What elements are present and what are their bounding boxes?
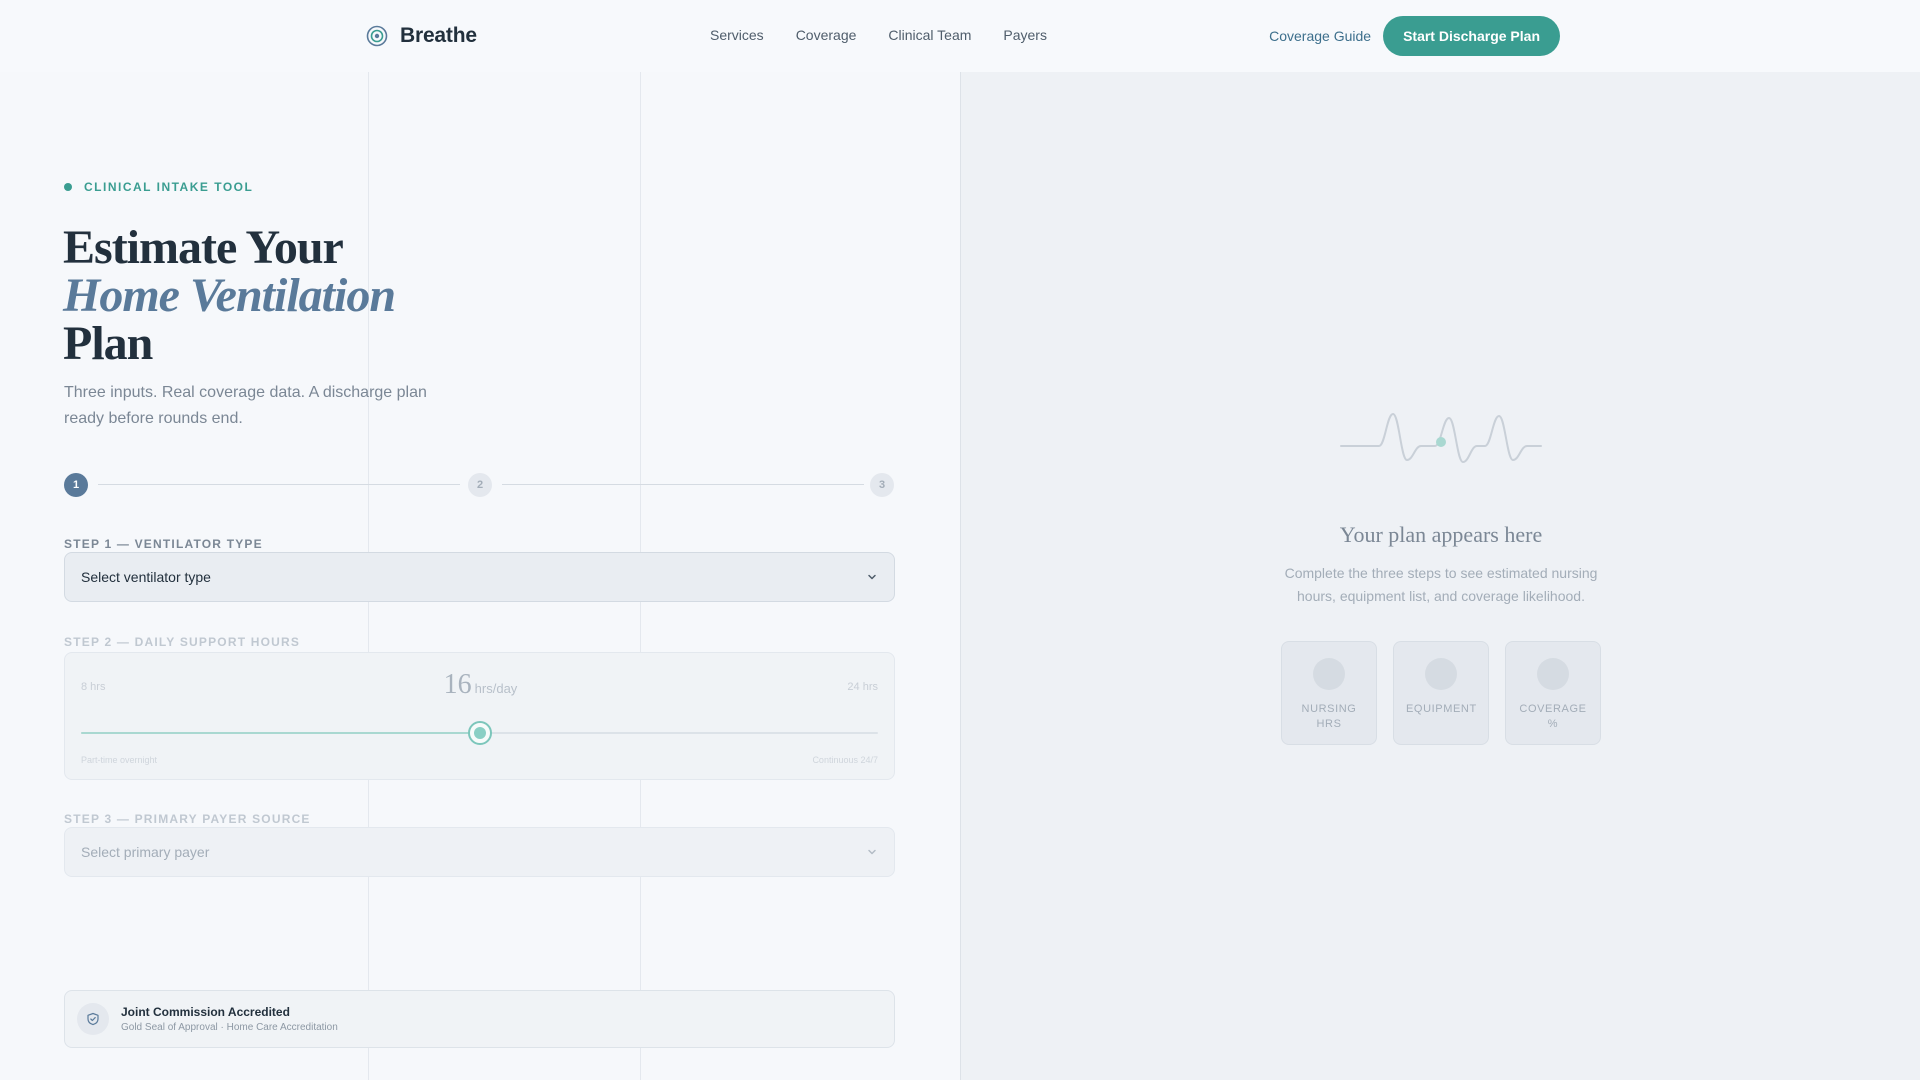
coverage-guide-link[interactable]: Coverage Guide: [1269, 28, 1371, 44]
tile-nursing-hours: NURSING HRS: [1281, 641, 1377, 745]
page-title: Estimate Your Home Ventilation Plan: [63, 224, 583, 368]
accreditation-badge: Joint Commission Accredited Gold Seal of…: [64, 990, 895, 1048]
eyebrow-dot: [64, 183, 72, 191]
tile-label: COVERAGE %: [1519, 703, 1587, 730]
tile-icon-placeholder: [1313, 658, 1345, 690]
title-accent: Home Ventilation: [63, 269, 396, 322]
slider-value-readout: 16 hrs/day: [65, 669, 896, 701]
brand[interactable]: Breathe: [366, 24, 477, 48]
title-line-1: Estimate Your: [63, 221, 344, 274]
nav-services[interactable]: Services: [710, 27, 764, 43]
primary-payer-select[interactable]: Select primary payer: [64, 827, 895, 877]
step2-label: STEP 2 — DAILY SUPPORT HOURS: [64, 635, 301, 649]
tile-equipment: EQUIPMENT: [1393, 641, 1489, 745]
eyebrow-text: CLINICAL INTAKE TOOL: [84, 180, 254, 194]
ventilator-type-value: Select ventilator type: [81, 569, 211, 585]
tile-label: EQUIPMENT: [1406, 703, 1477, 715]
shield-icon: [77, 1003, 109, 1035]
ventilator-type-select[interactable]: Select ventilator type: [64, 552, 895, 602]
main-nav: Services Coverage Clinical Team Payers: [710, 27, 1079, 43]
slider-unit: hrs/day: [474, 681, 518, 696]
step-indicator-3[interactable]: 3: [870, 473, 894, 497]
tile-icon-placeholder: [1537, 658, 1569, 690]
step-indicator-2[interactable]: 2: [468, 473, 492, 497]
tile-label: NURSING HRS: [1301, 703, 1357, 730]
title-line-3: Plan: [63, 317, 153, 370]
breathe-logo-icon: [366, 25, 388, 47]
header-actions: Coverage Guide Start Discharge Plan: [1269, 16, 1560, 56]
tile-icon-placeholder: [1425, 658, 1457, 690]
nav-payers[interactable]: Payers: [1003, 27, 1047, 43]
start-discharge-plan-button[interactable]: Start Discharge Plan: [1383, 16, 1560, 56]
slider-value: 16: [443, 669, 472, 700]
heartbeat-icon: [1340, 413, 1542, 463]
stepper: 1 2 3: [64, 473, 894, 497]
slider-thumb[interactable]: [467, 721, 492, 745]
placeholder-text: Complete the three steps to see estimate…: [1284, 565, 1598, 604]
site-header: Breathe Services Coverage Clinical Team …: [0, 0, 1920, 72]
placeholder-title: Your plan appears here: [1339, 522, 1543, 547]
intake-panel: CLINICAL INTAKE TOOL Estimate Your Home …: [0, 72, 960, 1080]
step-indicator-1[interactable]: 1: [64, 473, 88, 497]
step3-label: STEP 3 — PRIMARY PAYER SOURCE: [64, 812, 311, 826]
result-panel: Your plan appears here Complete the thre…: [960, 72, 1920, 1080]
eyebrow: CLINICAL INTAKE TOOL: [64, 180, 253, 194]
badge-subtitle: Gold Seal of Approval · Home Care Accred…: [121, 1022, 338, 1033]
step-connector: [98, 484, 460, 485]
result-tiles: NURSING HRS EQUIPMENT COVERAGE %: [1281, 641, 1601, 745]
slider-caption-right: Continuous 24/7: [812, 755, 878, 765]
slider-caption-left: Part-time overnight: [81, 755, 158, 765]
support-hours-slider-card: 8 hrs 24 hrs 16 hrs/day Part-time overnig…: [64, 652, 895, 780]
tile-coverage: COVERAGE %: [1505, 641, 1601, 745]
page-subtitle: Three inputs. Real coverage data. A disc…: [64, 384, 427, 427]
step-connector: [502, 484, 864, 485]
primary-payer-value: Select primary payer: [81, 844, 210, 860]
step1-label: STEP 1 — VENTILATOR TYPE: [64, 537, 263, 551]
slider-fill: [81, 732, 480, 734]
chevron-down-icon: [868, 574, 876, 580]
badge-text: Joint Commission Accredited Gold Seal of…: [121, 1005, 338, 1033]
nav-clinical-team[interactable]: Clinical Team: [888, 27, 971, 43]
badge-title: Joint Commission Accredited: [121, 1005, 290, 1019]
chevron-down-icon: [868, 849, 876, 855]
nav-coverage[interactable]: Coverage: [796, 27, 857, 43]
brand-name: Breathe: [400, 24, 477, 47]
